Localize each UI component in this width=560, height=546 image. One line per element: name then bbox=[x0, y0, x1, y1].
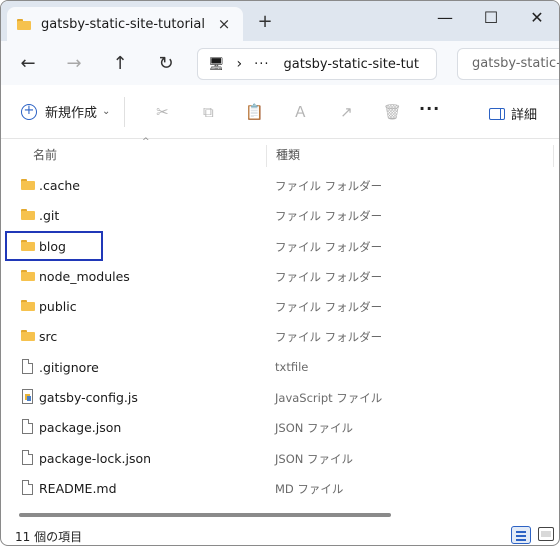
folder-icon bbox=[21, 330, 35, 342]
cut-icon[interactable]: ✂ bbox=[139, 103, 185, 121]
folder-tab[interactable]: gatsby-static-site-tutorial × bbox=[7, 7, 243, 41]
file-type: ファイル フォルダー bbox=[275, 179, 383, 193]
file-list: .cache ファイル フォルダー .git ファイル フォルダー blog ファイル フ… bbox=[1, 171, 559, 504]
javascript-file-icon bbox=[21, 389, 35, 405]
address-bar[interactable]: 🖥 › ··· gatsby-static-site-tut bbox=[197, 48, 437, 80]
column-divider[interactable] bbox=[553, 145, 554, 167]
file-type: MD ファイル bbox=[275, 481, 344, 496]
new-button[interactable]: + 新規作成 ⌄ bbox=[21, 102, 110, 121]
copy-icon[interactable]: ⧉ bbox=[185, 103, 231, 121]
horizontal-scrollbar[interactable] bbox=[19, 513, 391, 517]
file-icon bbox=[21, 419, 35, 435]
title-bar: gatsby-static-site-tutorial × + — ☐ ✕ bbox=[1, 1, 559, 41]
plus-icon: + bbox=[21, 103, 37, 120]
file-name: package.json bbox=[39, 420, 122, 436]
file-name: .gitignore bbox=[39, 359, 99, 375]
divider bbox=[124, 96, 126, 127]
rename-icon[interactable]: Ａ bbox=[277, 101, 323, 122]
back-arrow-icon[interactable]: ← bbox=[5, 53, 51, 74]
file-type: ファイル フォルダー bbox=[275, 300, 383, 315]
sort-chevron-icon: ^ bbox=[142, 137, 150, 147]
file-type: ファイル フォルダー bbox=[275, 269, 383, 284]
breadcrumb-overflow-icon[interactable]: ··· bbox=[254, 57, 269, 72]
computer-icon: 🖥 bbox=[208, 56, 225, 72]
file-row[interactable]: src ファイル フォルダー bbox=[1, 322, 559, 352]
file-row[interactable]: public ファイル フォルダー bbox=[1, 292, 559, 322]
details-view-icon[interactable] bbox=[511, 526, 531, 544]
file-row[interactable]: package-lock.json JSON ファイル bbox=[1, 444, 559, 474]
file-type: ファイル フォルダー bbox=[275, 209, 383, 224]
file-row[interactable]: gatsby-config.js JavaScript ファイル bbox=[1, 383, 559, 413]
file-name: public bbox=[39, 299, 77, 315]
file-name: src bbox=[39, 329, 58, 345]
folder-icon bbox=[21, 269, 35, 282]
file-name: .git bbox=[39, 208, 60, 224]
details-pane-icon bbox=[489, 107, 505, 120]
command-bar: + 新規作成 ⌄ ✂ ⧉ 📋 Ａ ↗ 🗑 ··· 詳細 bbox=[1, 85, 559, 139]
breadcrumb-chevron-icon[interactable]: › bbox=[237, 56, 243, 72]
column-headers: ^ 名前 種類 bbox=[1, 137, 559, 171]
paste-icon[interactable]: 📋 bbox=[231, 103, 277, 121]
highlight-box bbox=[5, 231, 103, 261]
forward-arrow-icon[interactable]: → bbox=[51, 53, 97, 74]
chevron-down-icon: ⌄ bbox=[102, 106, 111, 117]
file-type: JSON ファイル bbox=[275, 421, 354, 436]
folder-icon bbox=[21, 209, 35, 221]
refresh-icon[interactable]: ↻ bbox=[143, 53, 189, 74]
tab-title: gatsby-static-site-tutorial bbox=[41, 16, 205, 32]
file-name: node_modules bbox=[39, 268, 130, 284]
column-header-name[interactable]: 名前 bbox=[33, 146, 57, 163]
file-row[interactable]: .cache ファイル フォルダー bbox=[1, 171, 559, 201]
file-row[interactable]: .git ファイル フォルダー bbox=[1, 201, 559, 231]
file-name: README.md bbox=[39, 480, 117, 496]
file-icon bbox=[21, 358, 35, 374]
file-type: JavaScript ファイル bbox=[275, 391, 383, 406]
details-label: 詳細 bbox=[511, 108, 538, 123]
breadcrumb-path[interactable]: gatsby-static-site-tut bbox=[284, 57, 419, 72]
file-icon bbox=[21, 449, 35, 465]
share-icon[interactable]: ↗ bbox=[323, 103, 369, 121]
file-type: ファイル フォルダー bbox=[275, 239, 383, 254]
folder-icon bbox=[17, 18, 31, 30]
file-row[interactable]: node_modules ファイル フォルダー bbox=[1, 262, 559, 292]
new-tab-icon[interactable]: + bbox=[255, 11, 275, 32]
folder-icon bbox=[21, 300, 35, 312]
file-type: txtfile bbox=[275, 359, 309, 374]
more-options-icon[interactable]: ··· bbox=[419, 99, 440, 118]
navigation-bar: ← → ↑ ↻ 🖥 › ··· gatsby-static-site-tut g… bbox=[1, 41, 559, 85]
close-window-icon[interactable]: ✕ bbox=[517, 5, 557, 33]
file-type: ファイル フォルダー bbox=[275, 330, 383, 345]
file-name: .cache bbox=[39, 178, 80, 193]
file-name: package-lock.json bbox=[39, 450, 152, 466]
item-count: 11 個の項目 bbox=[15, 530, 83, 544]
file-name: gatsby-config.js bbox=[39, 390, 138, 406]
file-type: JSON ファイル bbox=[275, 451, 354, 466]
minimize-icon[interactable]: — bbox=[425, 5, 465, 33]
column-divider[interactable] bbox=[266, 145, 267, 167]
close-tab-icon[interactable]: × bbox=[215, 15, 233, 33]
tiles-view-icon[interactable] bbox=[538, 527, 554, 541]
folder-icon bbox=[21, 179, 35, 191]
new-button-label: 新規作成 bbox=[45, 106, 98, 121]
column-header-type[interactable]: 種類 bbox=[276, 146, 300, 163]
file-row[interactable]: .gitignore txtfile bbox=[1, 353, 559, 383]
file-explorer-window: gatsby-static-site-tutorial × + — ☐ ✕ ← … bbox=[0, 0, 560, 546]
status-bar: 11 個の項目 bbox=[1, 521, 559, 545]
file-icon bbox=[21, 479, 35, 495]
search-input[interactable]: gatsby-static-site-tutorial の検索 bbox=[457, 48, 559, 80]
file-row[interactable]: package.json JSON ファイル bbox=[1, 413, 559, 443]
up-arrow-icon[interactable]: ↑ bbox=[97, 53, 143, 74]
delete-icon[interactable]: 🗑 bbox=[369, 103, 415, 121]
file-row[interactable]: README.md MD ファイル bbox=[1, 474, 559, 504]
details-button[interactable]: 詳細 bbox=[489, 104, 537, 123]
maximize-icon[interactable]: ☐ bbox=[471, 5, 511, 33]
